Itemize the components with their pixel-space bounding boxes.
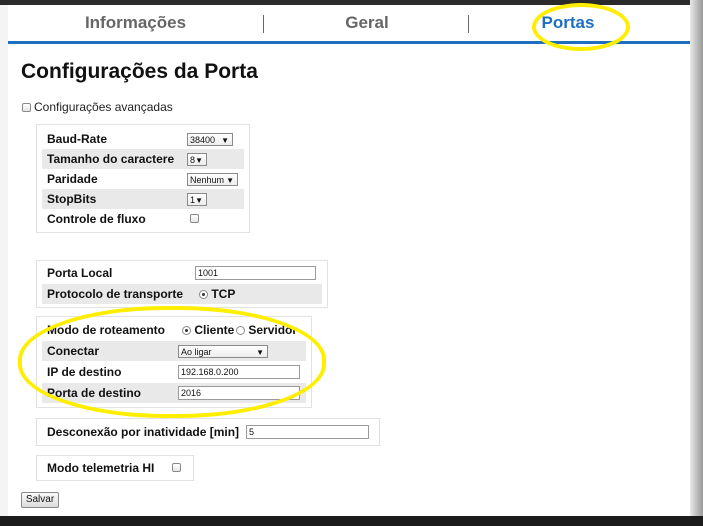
connect-value: Ao ligar [181,347,212,357]
chevron-down-icon: ▼ [195,196,203,205]
flow-control-row: Controle de fluxo [42,209,244,229]
dest-ip-label: IP de destino [47,365,122,379]
chevron-down-icon: ▼ [256,348,264,357]
stopbits-select[interactable]: 1 ▼ [187,193,207,206]
telemetry-label: Modo telemetria HI [47,461,155,475]
tab-separator [468,15,469,33]
routing-server-radio[interactable] [236,326,245,335]
baud-rate-select[interactable]: 38400 ▼ [187,133,233,146]
parity-label: Paridade [47,172,98,186]
inactivity-input[interactable]: 5 [246,425,369,439]
tab-bar: Informações Geral Portas [8,5,690,44]
telemetry-checkbox[interactable] [172,463,181,472]
dest-port-label: Porta de destino [47,386,142,400]
inactivity-label: Desconexão por inatividade [min] [47,425,240,439]
connect-label: Conectar [47,344,100,358]
tab-geral[interactable]: Geral [270,5,464,41]
telemetry-panel: Modo telemetria HI [36,455,194,481]
char-size-select[interactable]: 8 ▼ [187,153,207,166]
flow-control-checkbox[interactable] [190,214,199,223]
protocol-tcp-radio[interactable] [199,290,208,299]
routing-client-option[interactable]: Cliente [182,323,234,337]
routing-server-option[interactable]: Servidor [236,323,297,337]
inactivity-panel: Desconexão por inatividade [min] 5 [36,418,380,446]
parity-value: Nenhum [190,175,225,185]
local-port-label: Porta Local [47,266,113,280]
routing-mode-row: Modo de roteamento Cliente Servidor [42,320,306,340]
tab-portas[interactable]: Portas [488,5,648,41]
routing-client-label: Cliente [194,323,235,337]
connect-row: Conectar Ao ligar ▼ [42,341,306,361]
chevron-down-icon: ▼ [195,156,203,165]
local-port-row: Porta Local 1001 [42,263,322,283]
baud-rate-label: Baud-Rate [47,132,108,146]
tab-separator [263,15,264,33]
routing-server-label: Servidor [248,323,298,337]
stopbits-label: StopBits [47,192,97,206]
page-title: Configurações da Porta [21,60,258,83]
chevron-down-icon: ▼ [226,176,234,185]
parity-select[interactable]: Nenhum ▼ [187,173,238,186]
char-size-label: Tamanho do caractere [47,152,175,166]
dest-ip-row: IP de destino 192.168.0.200 [42,362,306,382]
telemetry-row: Modo telemetria HI [42,458,188,478]
protocol-tcp-option[interactable]: TCP [199,287,235,301]
window-bottom-edge [0,516,703,526]
baud-rate-row: Baud-Rate 38400 ▼ [42,129,244,149]
serial-settings-panel: Baud-Rate 38400 ▼ Tamanho do caractere 8 ▼… [36,124,250,233]
window-left-edge [0,5,8,516]
parity-row: Paridade Nenhum ▼ [42,169,244,189]
routing-panel: Modo de roteamento Cliente Servidor Cone… [36,316,312,408]
routing-client-radio[interactable] [182,326,191,335]
protocol-label: Protocolo de transporte [47,287,184,301]
flow-control-label: Controle de fluxo [47,212,146,226]
inactivity-row: Desconexão por inatividade [min] 5 [42,422,374,442]
window-right-edge [690,0,703,526]
connect-select[interactable]: Ao ligar ▼ [178,345,268,358]
protocol-row: Protocolo de transporte TCP [42,284,322,304]
chevron-down-icon: ▼ [221,136,229,145]
routing-mode-label: Modo de roteamento [47,323,166,337]
baud-rate-value: 38400 [190,135,216,145]
network-panel: Porta Local 1001 Protocolo de transporte… [36,260,328,308]
stopbits-row: StopBits 1 ▼ [42,189,244,209]
advanced-settings-label: Configurações avançadas [34,100,173,114]
dest-ip-input[interactable]: 192.168.0.200 [178,365,300,379]
local-port-input[interactable]: 1001 [195,266,316,280]
protocol-tcp-label: TCP [211,287,236,301]
advanced-settings-option[interactable]: Configurações avançadas [22,100,173,114]
save-button[interactable]: Salvar [21,492,59,508]
advanced-settings-checkbox[interactable] [22,102,31,112]
tab-informacoes[interactable]: Informações [38,5,233,41]
char-size-row: Tamanho do caractere 8 ▼ [42,149,244,169]
dest-port-input[interactable]: 2016 [178,386,300,400]
dest-port-row: Porta de destino 2016 [42,383,306,403]
